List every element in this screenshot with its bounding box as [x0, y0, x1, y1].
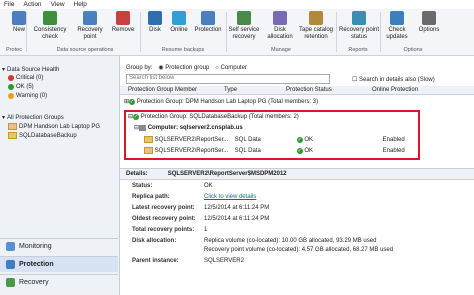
col-online[interactable]: Online Protection	[372, 87, 462, 93]
options-button[interactable]: Options	[412, 11, 446, 45]
group-label-data-source-ops: Data source operations	[56, 47, 114, 53]
replica-path-link[interactable]: Click to view details	[204, 194, 256, 200]
table-row[interactable]: SQLSERVER2\ReportSer... SQL Data ✓ OK En…	[144, 147, 474, 154]
folder-icon	[144, 147, 153, 154]
computer-icon	[139, 124, 147, 131]
ok-icon: ✓	[296, 147, 303, 154]
detail-disk-allocation: Disk allocation: Replica volume (co-locat…	[132, 238, 377, 244]
menu-bar: File Action View Help	[0, 0, 474, 9]
disk-icon	[148, 11, 162, 25]
health-warning[interactable]: Warning (0)	[8, 93, 47, 99]
consistency-check-button[interactable]: Consistency check	[30, 11, 70, 45]
group-by-bar: Group by: ◉ Protection group ○ Computer	[126, 64, 247, 72]
health-ok[interactable]: OK (5)	[8, 84, 34, 90]
disk-allocation-button[interactable]: Disk allocation	[262, 11, 298, 45]
main-pane: Group by: ◉ Protection group ○ Computer …	[120, 56, 474, 295]
ok-icon: ✓	[133, 113, 140, 120]
detail-total: Total recovery points: 1	[132, 227, 208, 233]
detail-status: Status: OK	[132, 183, 213, 189]
detail-disk-allocation-2: Recovery point volume (co-located): 4.57…	[204, 247, 394, 253]
detail-parent: Parent instance: SQLSERVER2	[132, 258, 244, 264]
detail-replica-path: Replica path: Click to view details	[132, 194, 257, 200]
group-item-dpm-handson[interactable]: DPM Handson Lab Laptop PG	[8, 123, 100, 130]
recovery-point-button[interactable]: Recovery point	[72, 11, 108, 45]
gear-icon	[422, 11, 436, 25]
data-source-health-header[interactable]: ▾ Data Source Health	[2, 66, 59, 74]
search-details-checkbox[interactable]: ☐ Search in details also (Slow)	[352, 76, 435, 83]
group-label-manage: Manage	[271, 47, 291, 53]
details-title: SQLSERVER2\ReportServer$MSDPM2012	[167, 171, 287, 177]
recovery-icon	[6, 278, 15, 287]
folder-icon	[8, 132, 17, 139]
warning-icon	[8, 93, 14, 99]
critical-icon	[8, 75, 14, 81]
group-label-resume-backups: Resume backups	[161, 47, 205, 53]
menu-action[interactable]: Action	[23, 1, 41, 8]
table-row[interactable]: SQLSERVER2\ReportSer... SQL Data ✓ OK En…	[144, 136, 474, 143]
computer-row[interactable]: ⊟ Computer: sqlserver2.cnsplab.us	[134, 124, 474, 131]
protection-group-row-sql[interactable]: ⊟ ✓ Protection Group: SQLDatabaseBackup …	[128, 113, 474, 120]
tape-icon	[309, 11, 323, 25]
tape-catalog-retention-button[interactable]: Tape catalog retention	[296, 11, 336, 45]
wunderbar-protection[interactable]: Protection	[0, 256, 118, 272]
disk-allocation-icon	[273, 11, 287, 25]
report-icon	[352, 11, 366, 25]
recovery-point-status-button[interactable]: Recovery point status	[338, 11, 380, 45]
col-status[interactable]: Protection Status	[286, 87, 372, 93]
check-updates-button[interactable]: Check updates	[380, 11, 414, 45]
group-label-protection: Protec	[6, 47, 22, 53]
menu-help[interactable]: Help	[74, 1, 87, 8]
update-icon	[390, 11, 404, 25]
col-member[interactable]: Protection Group Member	[120, 87, 224, 93]
protection-group-row-dpm[interactable]: ⊞ ✓ Protection Group: DPM Handson Lab La…	[124, 98, 474, 105]
wunderbar-recovery[interactable]: Recovery	[0, 274, 118, 290]
menu-view[interactable]: View	[51, 1, 65, 8]
folder-icon	[144, 136, 153, 143]
new-icon	[12, 11, 26, 25]
all-protection-groups-header[interactable]: ▾ All Protection Groups	[2, 114, 64, 122]
ok-icon	[8, 84, 14, 90]
group-by-computer-radio[interactable]: ○ Computer	[215, 65, 247, 71]
group-label-options: Options	[403, 47, 423, 53]
protection-button[interactable]: Protection	[190, 11, 226, 45]
wunderbar-monitoring[interactable]: Monitoring	[0, 238, 118, 254]
self-service-recovery-button[interactable]: Self service recovery	[226, 11, 262, 45]
col-type[interactable]: Type	[224, 87, 286, 93]
group-by-protection-group-radio[interactable]: ◉ Protection group	[158, 64, 209, 71]
folder-icon	[8, 123, 17, 130]
ok-icon: ✓	[296, 136, 303, 143]
search-input[interactable]: Search list below	[126, 74, 330, 84]
user-icon	[237, 11, 251, 25]
table-header: Protection Group Member Type Protection …	[120, 86, 474, 95]
left-navigation: ▾ Data Source Health Critical (0) OK (5)…	[0, 56, 120, 295]
recovery-icon	[83, 11, 97, 25]
details-header: Details: SQLSERVER2\ReportServer$MSDPM20…	[120, 168, 474, 180]
shield-icon	[201, 11, 215, 25]
ok-icon: ✓	[129, 98, 136, 105]
group-item-sqldatabasebackup[interactable]: SQLDatabaseBackup	[8, 132, 77, 139]
monitoring-icon	[6, 242, 15, 251]
health-critical[interactable]: Critical (0)	[8, 75, 43, 81]
detail-oldest: Oldest recovery point: 12/5/2014 at 6:11:…	[132, 216, 270, 222]
remove-icon	[116, 11, 130, 25]
ribbon: New Consistency check Recovery point Rem…	[0, 9, 474, 56]
remove-button[interactable]: Remove	[106, 11, 140, 45]
cloud-icon	[172, 11, 186, 25]
detail-latest: Latest recovery point: 12/5/2014 at 6:11:…	[132, 205, 270, 211]
check-icon	[43, 11, 57, 25]
search-bar: Search list below ☐ Search in details al…	[126, 74, 474, 84]
protection-icon	[6, 260, 15, 269]
group-label-reports: Reports	[348, 47, 368, 53]
menu-file[interactable]: File	[4, 1, 14, 8]
